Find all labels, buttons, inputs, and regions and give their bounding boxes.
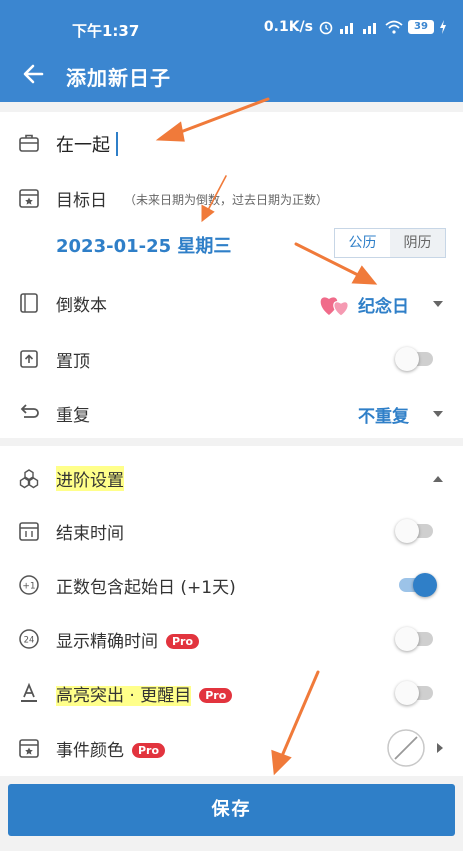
wifi-icon: [385, 20, 403, 34]
net-speed: 0.1K/s: [263, 19, 313, 35]
hearts-icon: [320, 297, 349, 317]
highlight-row: 高亮突出 · 更醒目 Pro: [0, 676, 463, 710]
calendar-icon: [19, 522, 39, 541]
end-time-label: 结束时间: [56, 524, 124, 544]
highlight-label: 高亮突出 · 更醒目 Pro: [56, 681, 233, 706]
precise-time-text: 显示精确时间: [56, 632, 158, 652]
name-row[interactable]: 在一起: [0, 126, 463, 162]
app-bar: 添加新日子: [0, 50, 463, 102]
pin-toggle[interactable]: [395, 347, 433, 371]
repeat-icon: [20, 404, 39, 418]
chevron-up-icon[interactable]: [433, 476, 443, 482]
book-value[interactable]: 纪念日: [358, 292, 409, 317]
chevron-right-icon[interactable]: [437, 743, 443, 753]
calendar-star-icon: [19, 189, 39, 208]
include-start-label: 正数包含起始日 (+1天): [56, 578, 236, 598]
date-value[interactable]: 2023-01-25 星期三: [56, 232, 231, 258]
signal-icon-2: [363, 23, 376, 34]
event-color-label: 事件颜色 Pro: [56, 736, 166, 761]
book-row[interactable]: 倒数本 纪念日: [0, 286, 463, 322]
book-label: 倒数本: [56, 296, 107, 316]
calendar-option-solar[interactable]: 公历: [335, 229, 390, 257]
end-time-row: 结束时间: [0, 514, 463, 548]
back-arrow-icon[interactable]: [20, 60, 48, 88]
calendar-type-toggle[interactable]: 公历 阴历: [334, 228, 446, 258]
pro-badge: Pro: [199, 688, 233, 703]
event-color-text: 事件颜色: [56, 741, 124, 761]
save-button[interactable]: 保存: [8, 784, 455, 836]
no-color-swatch-icon[interactable]: [386, 728, 426, 768]
pro-badge: Pro: [132, 743, 166, 758]
toggle-knob: [395, 519, 419, 543]
book-icon: [20, 293, 38, 313]
advanced-header[interactable]: 进阶设置: [0, 462, 463, 496]
event-color-row[interactable]: 事件颜色 Pro: [0, 728, 463, 768]
precise-time-label: 显示精确时间 Pro: [56, 627, 200, 652]
include-start-row: +1 正数包含起始日 (+1天): [0, 568, 463, 602]
repeat-row[interactable]: 重复 不重复: [0, 396, 463, 432]
repeat-value[interactable]: 不重复: [358, 402, 409, 427]
end-time-toggle[interactable]: [395, 519, 433, 543]
status-icons: 0.1K/s 39: [264, 19, 447, 35]
toggle-knob: [413, 573, 437, 597]
clock-24-icon: 24: [19, 629, 39, 649]
svg-text:+1: +1: [22, 582, 35, 592]
status-time: 下午1:37: [72, 22, 140, 40]
include-start-toggle[interactable]: [399, 573, 437, 597]
status-bar: 下午1:37 0.1K/s 39: [0, 0, 463, 50]
text-highlight-icon: [21, 682, 37, 702]
alarm-icon: [319, 21, 333, 35]
pin-row: 置顶: [0, 342, 463, 378]
briefcase-icon: [19, 134, 39, 152]
target-date-label: 目标日: [56, 191, 107, 211]
cubes-icon: [19, 469, 39, 489]
chevron-down-icon[interactable]: [433, 301, 443, 307]
charging-icon: [440, 20, 446, 34]
precise-time-toggle[interactable]: [395, 627, 433, 651]
toggle-knob: [395, 627, 419, 651]
pin-top-icon: [20, 350, 38, 368]
toggle-knob: [395, 347, 419, 371]
repeat-label: 重复: [56, 406, 90, 426]
text-cursor: [116, 132, 118, 156]
signal-icon: [340, 23, 353, 34]
advanced-settings-card: 进阶设置 结束时间 +1 正数包含起始日 (+1天) 24 显示精确时间 Pro …: [0, 446, 463, 776]
highlight-text: 高亮突出 · 更醒目: [56, 686, 192, 706]
basic-settings-card: 在一起 目标日 （未来日期为倒数，过去日期为正数） 2023-01-25 星期三…: [0, 112, 463, 438]
battery-icon: 39: [408, 20, 434, 34]
calendar-star-icon: [19, 739, 39, 758]
target-date-row: 目标日 （未来日期为倒数，过去日期为正数）: [0, 182, 463, 218]
plus-one-icon: +1: [19, 575, 39, 595]
advanced-title: 进阶设置: [56, 466, 124, 491]
pro-badge: Pro: [166, 634, 200, 649]
toggle-knob: [395, 681, 419, 705]
pin-label: 置顶: [56, 352, 90, 372]
name-input[interactable]: 在一起: [56, 131, 110, 157]
page-title: 添加新日子: [66, 66, 171, 90]
svg-text:24: 24: [24, 636, 35, 646]
highlight-toggle[interactable]: [395, 681, 433, 705]
chevron-down-icon[interactable]: [433, 411, 443, 417]
precise-time-row: 24 显示精确时间 Pro: [0, 622, 463, 656]
target-date-hint: （未来日期为倒数，过去日期为正数）: [124, 193, 329, 207]
calendar-option-lunar[interactable]: 阴历: [390, 229, 445, 257]
